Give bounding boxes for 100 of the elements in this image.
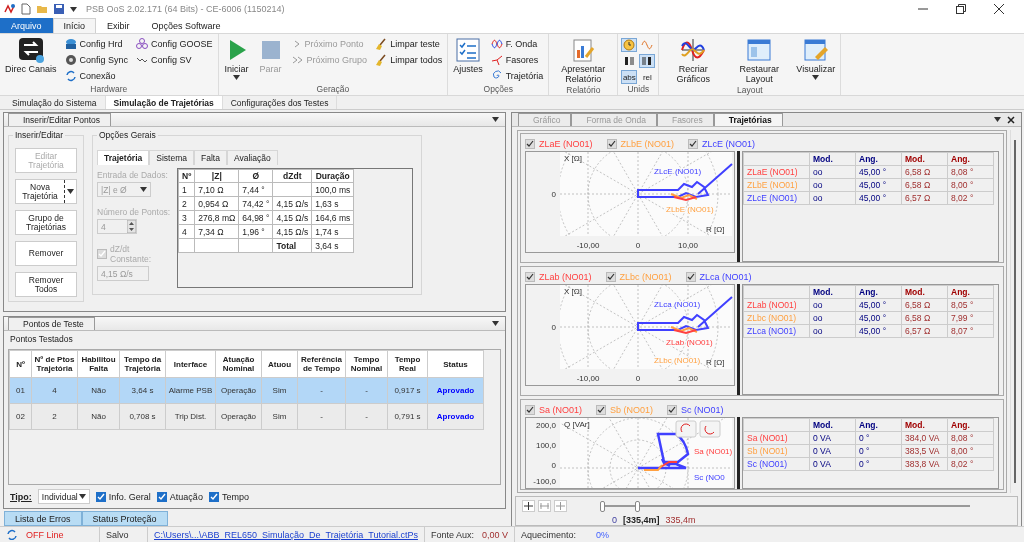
table-cell: 0 VA xyxy=(809,457,856,471)
curve-label: ZLab (NO01) xyxy=(666,338,713,347)
ribbon-button[interactable]: Fasores xyxy=(488,52,546,67)
ribbon-button[interactable]: Direc Canais xyxy=(3,36,59,84)
ribbon-tab[interactable]: Início xyxy=(52,18,97,33)
ribbon-tab[interactable]: Arquivo xyxy=(0,18,53,33)
unit-toggle[interactable] xyxy=(639,54,656,68)
heating-value: 0% xyxy=(596,529,610,540)
split-button[interactable]: Nova Trajetória xyxy=(15,179,77,204)
table-cell: 6,58 Ω xyxy=(901,298,948,312)
panel-tab[interactable]: Inserir/Editar Pontos xyxy=(8,113,111,126)
checkbox[interactable] xyxy=(95,491,106,502)
column-header: Ang. xyxy=(855,418,902,432)
unit-toggle[interactable] xyxy=(621,38,638,52)
row-header: Sa (NO01) xyxy=(743,431,810,445)
column-header: Atuação Nominal xyxy=(215,350,262,378)
bottom-tab[interactable]: Lista de Erros xyxy=(4,511,82,526)
legend-label: Sc (NO01) xyxy=(681,405,724,415)
axis-tick-label: 0 xyxy=(635,241,641,250)
panel-tab[interactable]: Pontos de Teste xyxy=(8,317,95,330)
checkbox[interactable] xyxy=(685,272,696,282)
ribbon-button[interactable]: Ajustes xyxy=(451,36,485,84)
axis-tick-label: -10,00 xyxy=(576,241,600,250)
view-tab[interactable]: Trajetórias xyxy=(713,113,783,126)
curve-label: ZLbc (NO01) xyxy=(654,356,701,365)
window-layout-icon xyxy=(746,37,773,63)
row-header: ZLbc (NO01) xyxy=(743,311,810,325)
axis-tick-label: 0 xyxy=(551,190,556,199)
ribbon-button[interactable]: Config SV xyxy=(134,52,215,67)
checkbox[interactable] xyxy=(208,491,219,502)
slider-thumb[interactable] xyxy=(600,500,605,512)
table-cell: 8,08 ° xyxy=(947,431,994,445)
broom-icon xyxy=(375,37,388,50)
sync-arrows-icon xyxy=(64,69,77,82)
checkbox[interactable] xyxy=(156,491,167,502)
options-tab[interactable]: Trajetória xyxy=(97,150,150,165)
ribbon-button[interactable]: Recriar Gráficos xyxy=(662,36,725,85)
time-end: 335,4m xyxy=(665,515,696,525)
legend-label: ZLbc (NO01) xyxy=(619,272,672,282)
caret-icon xyxy=(492,117,499,122)
checkbox[interactable] xyxy=(605,272,616,282)
scrollbar[interactable] xyxy=(1010,130,1018,493)
new-file-icon xyxy=(21,3,31,15)
action-button[interactable]: Grupo de Trajetórias xyxy=(15,210,77,235)
checkbox[interactable] xyxy=(525,405,535,415)
gear-icon xyxy=(64,53,77,66)
close-icon xyxy=(1007,115,1015,124)
ribbon-button[interactable]: Config Hrd xyxy=(62,36,131,51)
checkbox[interactable] xyxy=(606,139,617,149)
checkbox[interactable] xyxy=(667,405,678,415)
table-cell: 45,00 ° xyxy=(855,191,902,205)
ribbon-button[interactable]: Conexão xyxy=(62,68,131,83)
filter-label: Tipo: xyxy=(10,491,32,502)
unit-toggle[interactable]: rel xyxy=(639,70,656,84)
ribbon-button[interactable]: Config Sync xyxy=(62,52,131,67)
action-button[interactable]: Remover xyxy=(15,241,77,266)
column-header: Habilitou Falta xyxy=(77,350,120,378)
options-tab[interactable]: Falta xyxy=(194,150,227,165)
file-path-link[interactable]: C:\Users\...\ABB_REL650_Simulação_De_Trajetória_Tutorial.ctPs xyxy=(154,529,418,540)
checkbox[interactable] xyxy=(596,405,606,415)
waveform-chart-icon xyxy=(680,37,707,63)
group-title: Opções Gerais xyxy=(97,130,158,140)
table-cell: oo xyxy=(809,311,856,325)
ribbon-button[interactable]: Limpar todos xyxy=(373,52,445,67)
table-cell: 383,5 VA xyxy=(901,444,948,458)
group-title: Opções xyxy=(482,84,514,95)
table-cell: 6,58 Ω xyxy=(901,311,948,325)
checkbox[interactable] xyxy=(525,272,535,282)
slider-thumb[interactable] xyxy=(635,500,640,512)
checklist-icon xyxy=(454,37,481,63)
ribbon-button[interactable]: Config GOOSE xyxy=(134,36,215,51)
waveform-icon xyxy=(490,37,503,50)
document-tab[interactable]: Simulação do Sistema xyxy=(4,96,106,109)
axis-title: Q [VAr] xyxy=(564,420,590,429)
document-tab[interactable]: Configurações dos Testes xyxy=(222,96,338,109)
table-cell: 6,57 Ω xyxy=(901,191,948,205)
axis-swap-icon[interactable] xyxy=(675,420,697,438)
options-tab[interactable]: Avaliação xyxy=(226,150,278,165)
legend-label: ZLaE (NO01) xyxy=(539,139,593,149)
ribbon-button[interactable]: F. Onda xyxy=(488,36,546,51)
unit-toggle[interactable]: abs xyxy=(621,70,638,84)
document-tab[interactable]: Simulação de Trajetórias xyxy=(105,96,223,109)
checkbox[interactable] xyxy=(688,139,699,149)
axis-swap-icon[interactable] xyxy=(699,420,721,438)
cursor-button[interactable] xyxy=(522,500,535,512)
ribbon-button[interactable]: Apresentar Relatório xyxy=(552,36,615,85)
ribbon-button[interactable]: Limpar teste xyxy=(373,36,445,51)
table-cell[interactable]: 01 xyxy=(9,377,32,404)
table-cell: 6,57 Ω xyxy=(901,324,948,338)
checkbox[interactable] xyxy=(525,139,535,149)
group-title: Inserir/Editar xyxy=(13,130,66,140)
action-button[interactable]: Remover Todos xyxy=(15,272,77,297)
type-select[interactable]: Individual xyxy=(37,489,90,504)
options-tab[interactable]: Sistema xyxy=(149,150,194,165)
ribbon-button[interactable]: Trajetória xyxy=(488,68,546,83)
bottom-tab[interactable]: Status Proteção xyxy=(81,511,168,526)
ribbon-button[interactable]: Visualizar xyxy=(794,36,838,85)
table-cell[interactable]: 02 xyxy=(9,403,32,430)
ribbon-button[interactable]: Iniciar xyxy=(221,36,252,84)
ribbon-button[interactable]: Restaurar Layout xyxy=(728,36,791,85)
